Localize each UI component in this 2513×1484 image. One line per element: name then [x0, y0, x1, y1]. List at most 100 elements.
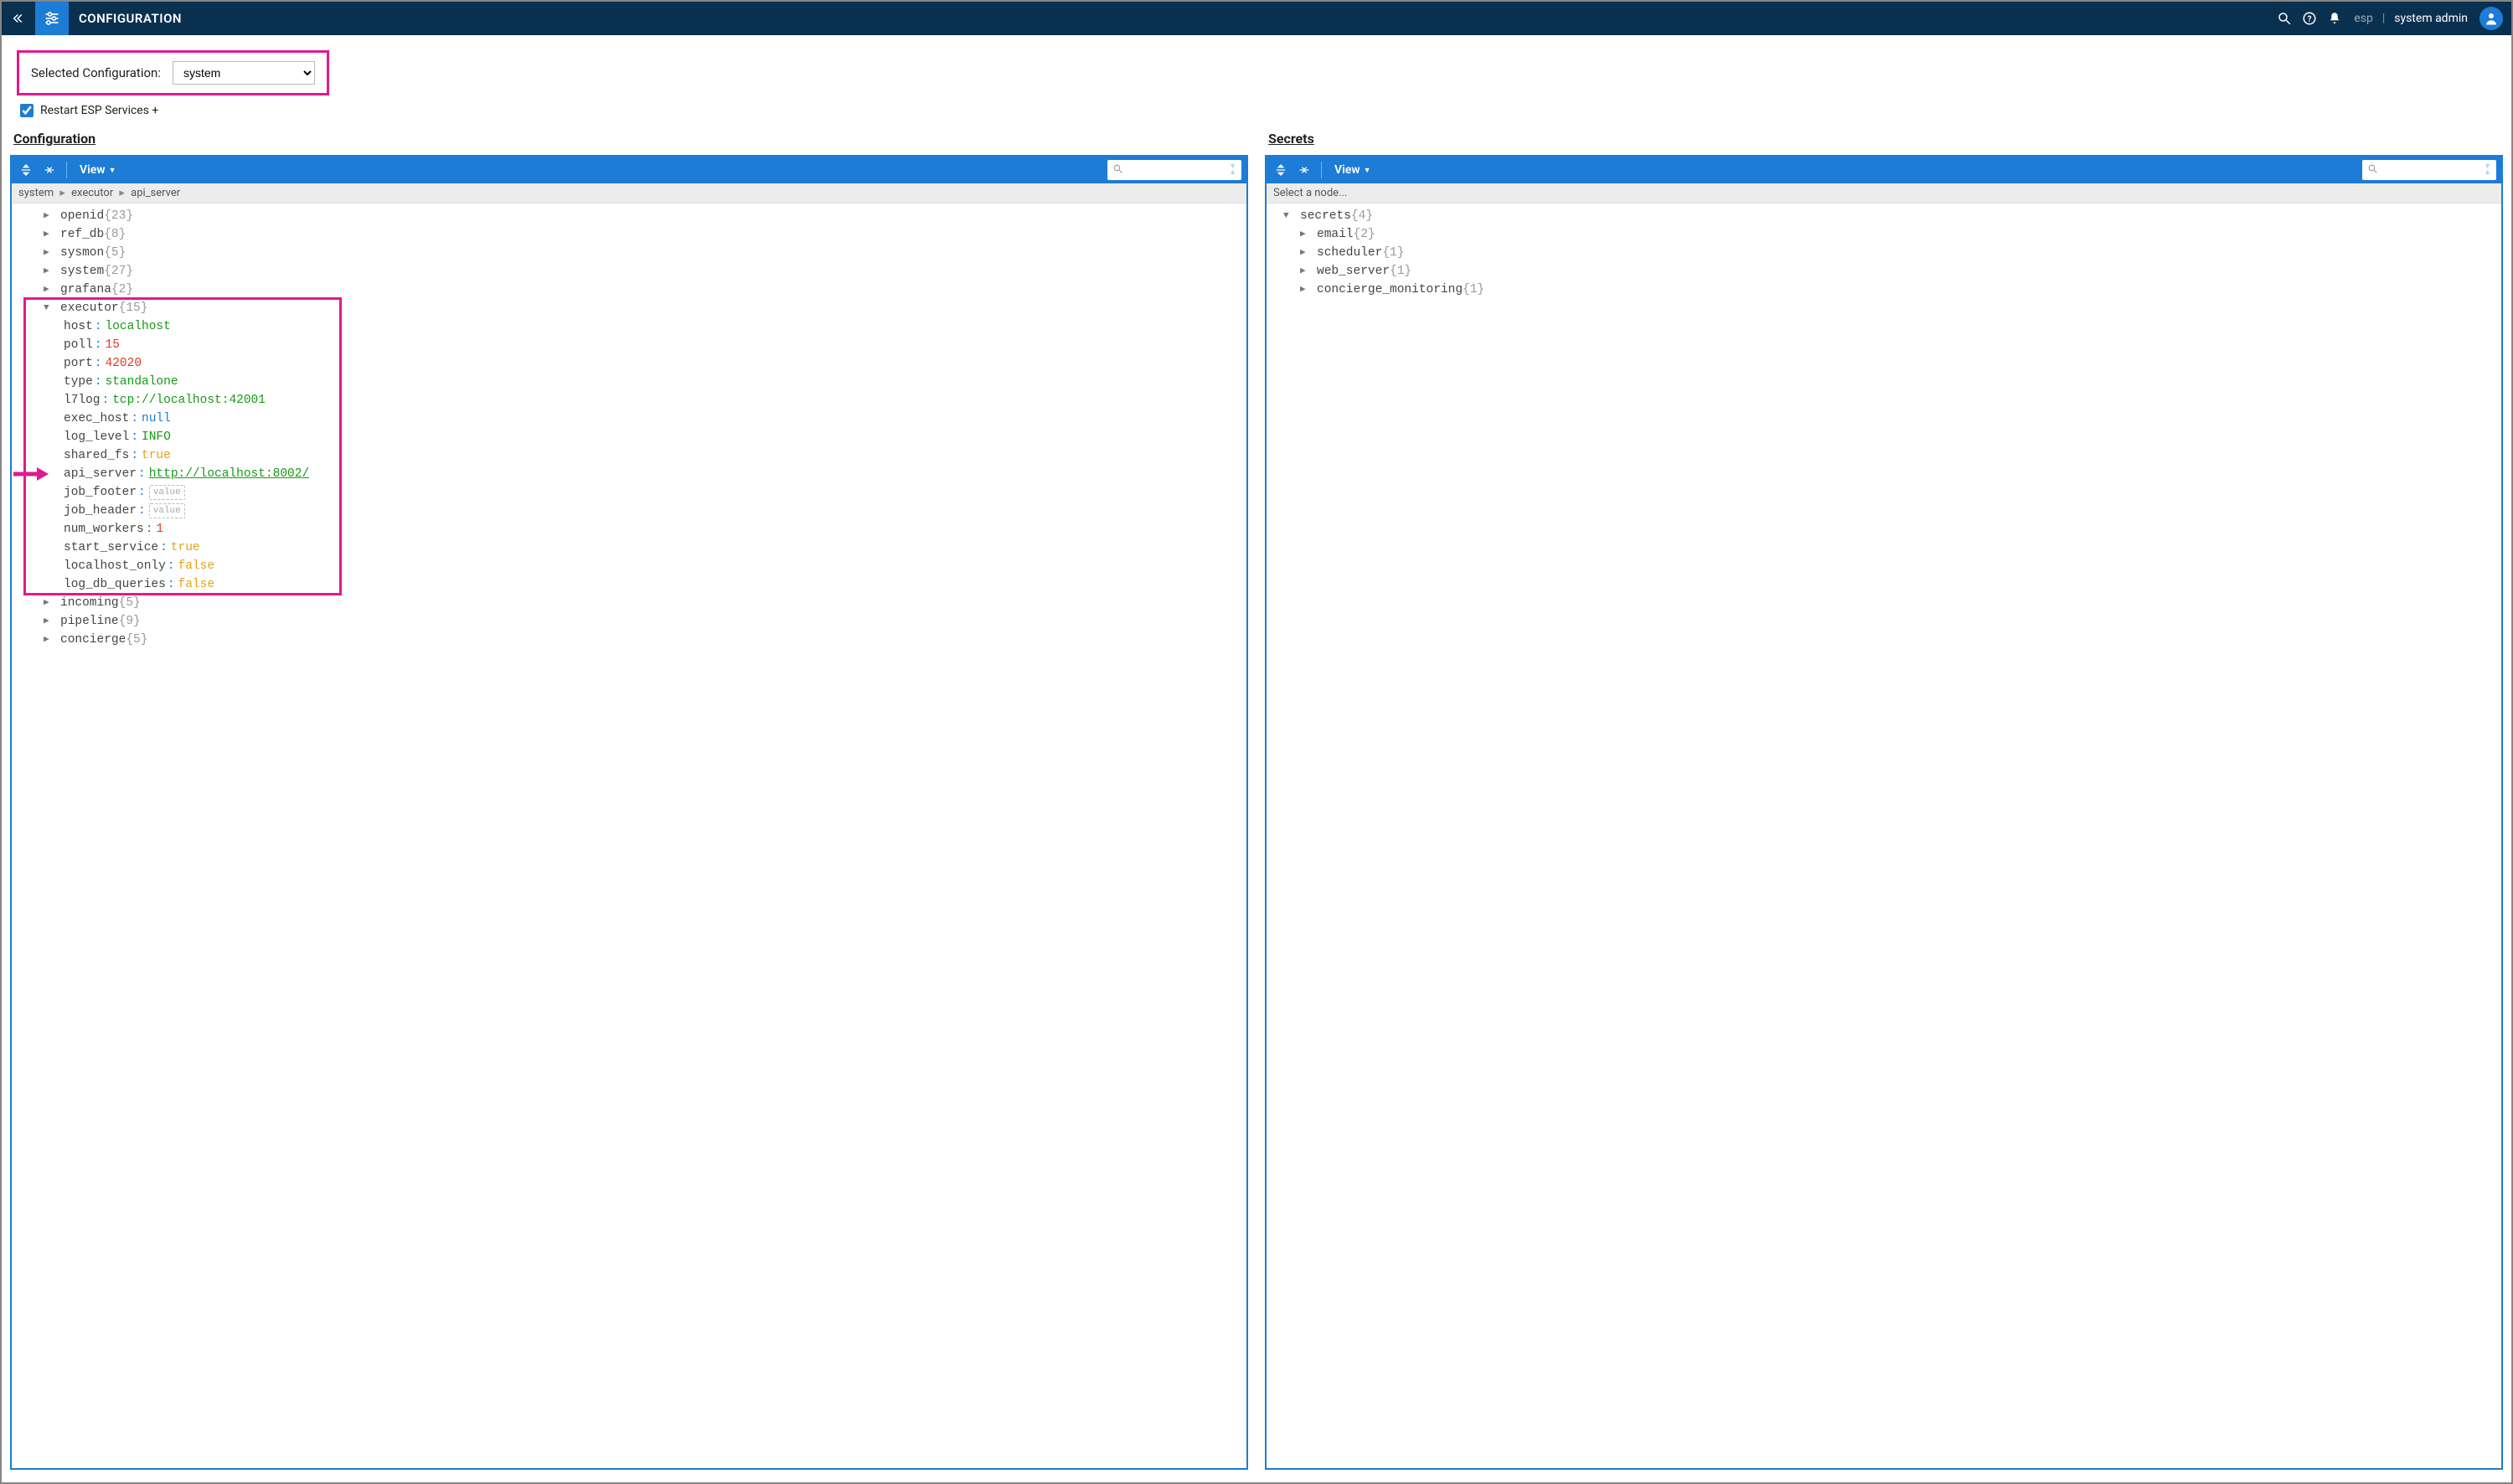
caret-right-icon[interactable]: ▶ [44, 631, 55, 649]
tree-node-email[interactable]: ▶email {2} [1267, 225, 2501, 244]
topbar-separator: | [2382, 12, 2385, 25]
expand-all-button[interactable] [17, 160, 35, 180]
tree-node-pipeline[interactable]: ▶pipeline {9} [12, 612, 1246, 631]
notifications-button[interactable] [2322, 2, 2347, 35]
caret-down-icon[interactable]: ▼ [44, 299, 55, 317]
tree-node-secrets[interactable]: ▼secrets {4} [1267, 207, 2501, 225]
tree-leaf-localhost_only[interactable]: localhost_only: false [12, 557, 1246, 575]
secrets-panel: Secrets View ▼ [1265, 126, 2503, 1470]
topbar: CONFIGURATION ? esp | system admin [2, 2, 2511, 35]
tree-node-openid[interactable]: ▶ openid {23} [12, 207, 1246, 225]
view-label: View [1334, 163, 1360, 177]
user-icon [2484, 11, 2499, 26]
caret-right-icon[interactable]: ▶ [1300, 281, 1312, 299]
tree-node-concierge[interactable]: ▶concierge {5} [12, 631, 1246, 649]
caret-right-icon[interactable]: ▶ [44, 594, 55, 612]
caret-right-icon[interactable]: ▶ [44, 262, 55, 281]
configuration-panel: Configuration View ▼ [10, 126, 1248, 1470]
leaf-key: localhost_only [64, 557, 166, 575]
search-prev-next[interactable]: ▼▲ [2484, 164, 2491, 176]
tree-leaf-host[interactable]: host: localhost [12, 317, 1246, 336]
node-count: {8} [104, 225, 126, 244]
leaf-key: poll [64, 336, 93, 354]
empty-value-placeholder[interactable]: value [149, 485, 185, 500]
configuration-tree[interactable]: ▶openid {23}▶ref_db {8}▶sysmon {5}▶syste… [12, 204, 1246, 1468]
config-menu-button[interactable] [35, 2, 69, 35]
leaf-value: false [178, 557, 215, 575]
tree-node-executor[interactable]: ▼executor {15} [12, 299, 1246, 317]
leaf-key: job_header [64, 502, 137, 520]
leaf-value: false [178, 575, 215, 594]
caret-right-icon[interactable]: ▶ [44, 281, 55, 299]
tree-leaf-port[interactable]: port: 42020 [12, 354, 1246, 373]
expand-all-button[interactable] [1272, 160, 1290, 180]
user-menu[interactable]: system admin [2394, 12, 2468, 25]
tree-leaf-api_server[interactable]: api_server: http://localhost:8002/ [12, 465, 1246, 483]
colon: : [95, 336, 102, 354]
leaf-key: num_workers [64, 520, 144, 538]
config-search-input[interactable] [1128, 164, 1220, 177]
tree-leaf-job_footer[interactable]: job_footer: value [12, 483, 1246, 502]
view-menu[interactable]: View ▼ [80, 163, 116, 177]
tree-node-ref_db[interactable]: ▶ref_db {8} [12, 225, 1246, 244]
tree-leaf-log_level[interactable]: log_level: INFO [12, 428, 1246, 446]
node-count: {23} [104, 207, 133, 225]
caret-down-icon[interactable]: ▼ [1283, 207, 1295, 225]
expand-icon [1274, 163, 1287, 177]
node-label: scheduler [1317, 244, 1382, 262]
empty-value-placeholder[interactable]: value [149, 503, 185, 518]
crumb-1[interactable]: executor [71, 187, 113, 199]
search-icon [1112, 163, 1123, 178]
tree-node-system[interactable]: ▶system {27} [12, 262, 1246, 281]
tree-leaf-num_workers[interactable]: num_workers: 1 [12, 520, 1246, 538]
configuration-panel-title: Configuration [10, 126, 1248, 155]
tree-leaf-poll[interactable]: poll: 15 [12, 336, 1246, 354]
crumb-0[interactable]: system [18, 187, 54, 199]
colon: : [95, 317, 102, 336]
tree-node-incoming[interactable]: ▶incoming {5} [12, 594, 1246, 612]
tree-node-scheduler[interactable]: ▶scheduler {1} [1267, 244, 2501, 262]
tree-leaf-log_db_queries[interactable]: log_db_queries: false [12, 575, 1246, 594]
leaf-key: type [64, 373, 93, 391]
secrets-search[interactable]: ▼▲ [2362, 160, 2496, 180]
tree-leaf-type[interactable]: type: standalone [12, 373, 1246, 391]
caret-right-icon[interactable]: ▶ [44, 225, 55, 244]
search-button[interactable] [2272, 2, 2297, 35]
caret-right-icon[interactable]: ▶ [44, 244, 55, 262]
restart-checkbox[interactable] [20, 104, 34, 117]
tree-leaf-shared_fs[interactable]: shared_fs: true [12, 446, 1246, 465]
crumb-2[interactable]: api_server [131, 187, 180, 199]
search-prev-next[interactable]: ▼▲ [1229, 164, 1236, 176]
collapse-all-button[interactable] [1295, 160, 1313, 180]
leaf-key: exec_host [64, 410, 129, 428]
tree-leaf-l7log[interactable]: l7log: tcp://localhost:42001 [12, 391, 1246, 410]
caret-right-icon[interactable]: ▶ [1300, 225, 1312, 244]
tree-node-sysmon[interactable]: ▶sysmon {5} [12, 244, 1246, 262]
configuration-toolbar: View ▼ ▼▲ [12, 157, 1246, 183]
help-button[interactable]: ? [2297, 2, 2322, 35]
node-label: executor [60, 299, 119, 317]
colon: : [138, 502, 146, 520]
node-label: concierge_monitoring [1317, 281, 1463, 299]
back-button[interactable] [2, 2, 35, 35]
caret-right-icon[interactable]: ▶ [44, 207, 55, 225]
tree-node-concierge_monitoring[interactable]: ▶concierge_monitoring {1} [1267, 281, 2501, 299]
svg-text:?: ? [2308, 15, 2312, 24]
tree-leaf-exec_host[interactable]: exec_host: null [12, 410, 1246, 428]
caret-right-icon[interactable]: ▶ [1300, 262, 1312, 281]
caret-right-icon[interactable]: ▶ [1300, 244, 1312, 262]
node-label: openid [60, 207, 104, 225]
tree-node-web_server[interactable]: ▶web_server {1} [1267, 262, 2501, 281]
view-menu[interactable]: View ▼ [1334, 163, 1371, 177]
user-avatar[interactable] [2479, 7, 2503, 30]
selected-config-select[interactable]: system [173, 61, 315, 85]
secrets-search-input[interactable] [2383, 164, 2475, 177]
caret-right-icon[interactable]: ▶ [44, 612, 55, 631]
config-search[interactable]: ▼▲ [1107, 160, 1241, 180]
collapse-all-button[interactable] [40, 160, 59, 180]
tree-leaf-start_service[interactable]: start_service: true [12, 538, 1246, 557]
node-label: sysmon [60, 244, 104, 262]
secrets-tree[interactable]: ▼secrets {4}▶email {2}▶scheduler {1}▶web… [1267, 204, 2501, 1468]
tree-node-grafana[interactable]: ▶grafana {2} [12, 281, 1246, 299]
tree-leaf-job_header[interactable]: job_header: value [12, 502, 1246, 520]
